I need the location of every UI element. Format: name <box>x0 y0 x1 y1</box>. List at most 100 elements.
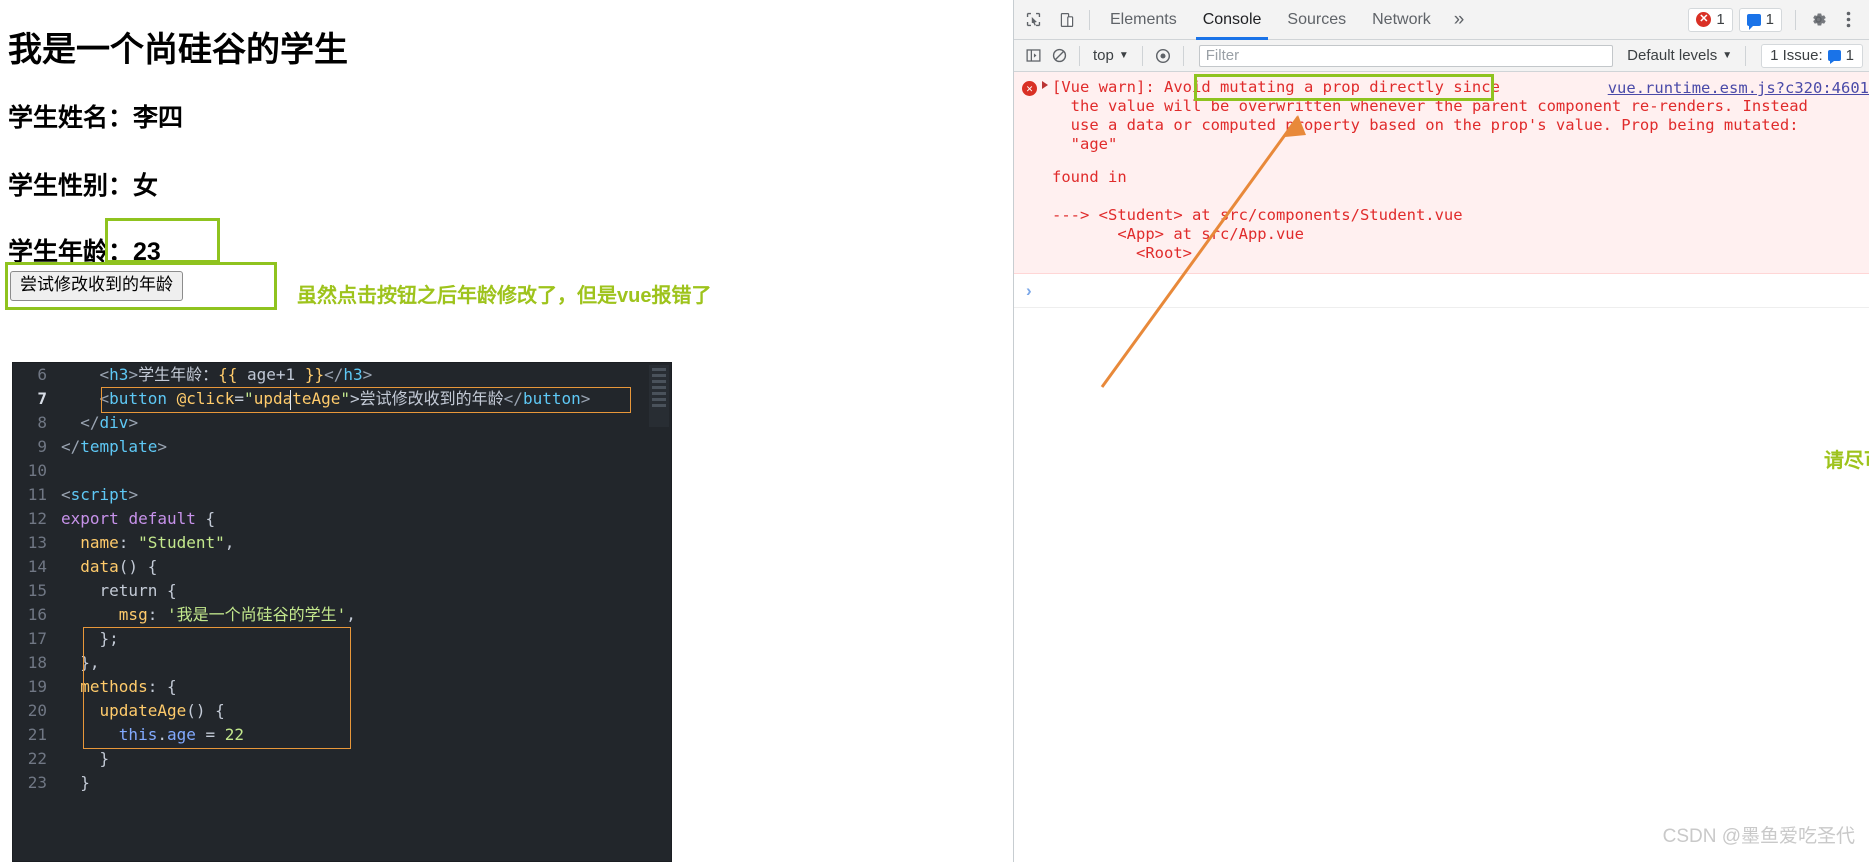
live-expression-eye-icon[interactable] <box>1150 44 1176 68</box>
line-number: 22 <box>27 749 47 768</box>
prompt-chevron-icon: › <box>1026 280 1032 300</box>
code-line: 23 } <box>13 771 671 795</box>
issues-label: 1 Issue: <box>1770 47 1823 64</box>
error-circle-icon: ✕ <box>1022 81 1037 96</box>
code-line: 6 <h3>学生年龄：{{ age+1 }}</h3> <box>13 363 671 387</box>
line-number: 7 <box>37 389 47 408</box>
console-message-list: ✕ [Vue warn]: Avoid mutating a prop dire… <box>1014 72 1869 862</box>
tab-console[interactable]: Console <box>1190 0 1275 40</box>
code-text: return { <box>61 581 177 600</box>
code-line: 22 } <box>13 747 671 771</box>
filterbar-divider-3 <box>1182 45 1184 66</box>
inspect-element-icon[interactable] <box>1018 6 1048 34</box>
more-options-icon[interactable] <box>1833 5 1863 35</box>
error-source-link[interactable]: vue.runtime.esm.js?c320:4601 <box>1608 79 1869 98</box>
line-number: 13 <box>27 533 47 552</box>
code-text: <script> <box>61 485 139 504</box>
issues-chip[interactable]: 1 Issue: 1 <box>1761 43 1863 68</box>
code-text: data() { <box>80 557 158 576</box>
tab-elements[interactable]: Elements <box>1097 0 1190 40</box>
issues-bubble-icon <box>1827 50 1841 64</box>
code-text: } <box>61 749 110 768</box>
error-count-badge[interactable]: ✕ 1 <box>1688 7 1733 32</box>
editor-minimap[interactable] <box>649 365 669 427</box>
error-count-label: 1 <box>1716 11 1725 28</box>
line-number: 14 <box>27 557 47 576</box>
code-line: 13 name: "Student", <box>13 531 671 555</box>
speech-bubble-icon <box>1746 13 1761 30</box>
code-line: 21 this.age = 22 <box>13 723 671 747</box>
execution-context-selector[interactable]: top ▼ <box>1087 47 1135 64</box>
message-count-label: 1 <box>1765 11 1774 28</box>
watermark: CSDN @墨鱼爱吃圣代 <box>1662 826 1855 847</box>
rendered-page-pane: 我是一个尚硅谷的学生 学生姓名：李四 学生性别：女 学生年龄：23 尝试修改收到… <box>0 0 1013 862</box>
line-number: 8 <box>37 413 47 432</box>
student-name-line: 学生姓名：李四 <box>8 104 184 132</box>
line-number: 9 <box>37 437 47 456</box>
line-number: 17 <box>27 629 47 648</box>
console-prompt-row[interactable]: › <box>1014 274 1869 308</box>
clear-console-icon[interactable] <box>1046 44 1072 68</box>
expand-arrow-icon[interactable] <box>1042 81 1048 89</box>
code-text: <button @click="updateAge">尝试修改收到的年龄</bu… <box>99 389 591 408</box>
devtools-panel: Elements Console Sources Network » ✕ 1 1 <box>1013 0 1869 862</box>
code-text: <h3>学生年龄：{{ age+1 }}</h3> <box>99 365 373 384</box>
issues-count: 1 <box>1845 47 1854 64</box>
filterbar-divider-4 <box>1745 45 1747 66</box>
line-number: 20 <box>27 701 47 720</box>
code-text: updateAge() { <box>99 701 225 720</box>
toolbar-divider-2 <box>1795 9 1796 30</box>
text-caret <box>290 390 291 410</box>
code-text: this.age = 22 <box>118 725 245 744</box>
line-number: 10 <box>27 461 47 480</box>
annotation-note-left: 虽然点击按钮之后年龄修改了，但是vue报错了 <box>297 285 712 307</box>
update-age-button[interactable]: 尝试修改收到的年龄 <box>10 271 183 301</box>
code-line: 12 export default { <box>13 507 671 531</box>
line-number: 16 <box>27 605 47 624</box>
console-sidebar-toggle-icon[interactable] <box>1020 44 1046 68</box>
code-line: 18 }, <box>13 651 671 675</box>
gear-icon[interactable] <box>1803 5 1833 35</box>
error-icon: ✕ <box>1696 12 1712 27</box>
console-error-entry[interactable]: ✕ [Vue warn]: Avoid mutating a prop dire… <box>1014 72 1869 274</box>
chevron-down-icon-levels: ▼ <box>1722 50 1733 61</box>
code-text: </template> <box>61 437 167 456</box>
chevron-down-icon: ▼ <box>1118 50 1129 61</box>
code-text: }; <box>61 629 119 648</box>
console-filter-input[interactable] <box>1198 44 1614 67</box>
code-text: </div> <box>80 413 139 432</box>
code-editor[interactable]: 6 <h3>学生年龄：{{ age+1 }}</h3> 7 <button @cl… <box>12 362 672 862</box>
filterbar-right: Default levels ▼ 1 Issue: 1 <box>1621 43 1863 68</box>
line-number: 15 <box>27 581 47 600</box>
code-text: } <box>61 773 90 792</box>
code-line: 16 msg: '我是一个尚硅谷的学生', <box>13 603 671 627</box>
line-number: 6 <box>37 365 47 384</box>
devtools-tabbar: Elements Console Sources Network » ✕ 1 1 <box>1014 0 1869 40</box>
code-line: 8 </div> <box>13 411 671 435</box>
filterbar-divider <box>1079 45 1080 66</box>
message-count-badge[interactable]: 1 <box>1738 7 1782 32</box>
line-number: 21 <box>27 725 47 744</box>
execution-context-label: top <box>1093 47 1114 64</box>
code-line: 15 return { <box>13 579 671 603</box>
log-levels-selector[interactable]: Default levels ▼ <box>1621 47 1738 64</box>
tab-network[interactable]: Network <box>1359 0 1444 40</box>
code-text: name: "Student", <box>80 533 235 552</box>
code-line: 20 updateAge() { <box>13 699 671 723</box>
error-found-in-block: found in ---> <Student> at src/component… <box>1052 168 1463 262</box>
line-number: 18 <box>27 653 47 672</box>
page-title: 我是一个尚硅谷的学生 <box>8 31 348 69</box>
line-number: 12 <box>27 509 47 528</box>
age-highlight-box <box>105 218 220 263</box>
more-tabs-icon[interactable]: » <box>1444 9 1475 31</box>
student-gender-line: 学生性别：女 <box>8 172 159 200</box>
device-toolbar-icon[interactable] <box>1052 6 1082 34</box>
code-line: 9 </template> <box>13 435 671 459</box>
console-filter-bar: top ▼ Default levels ▼ 1 Issue: <box>1014 40 1869 72</box>
tab-sources[interactable]: Sources <box>1274 0 1359 40</box>
code-line: 10 <box>13 459 671 483</box>
line-number: 19 <box>27 677 47 696</box>
code-text: methods: { <box>80 677 177 696</box>
code-line: 14 data() { <box>13 555 671 579</box>
code-line: 17 }; <box>13 627 671 651</box>
